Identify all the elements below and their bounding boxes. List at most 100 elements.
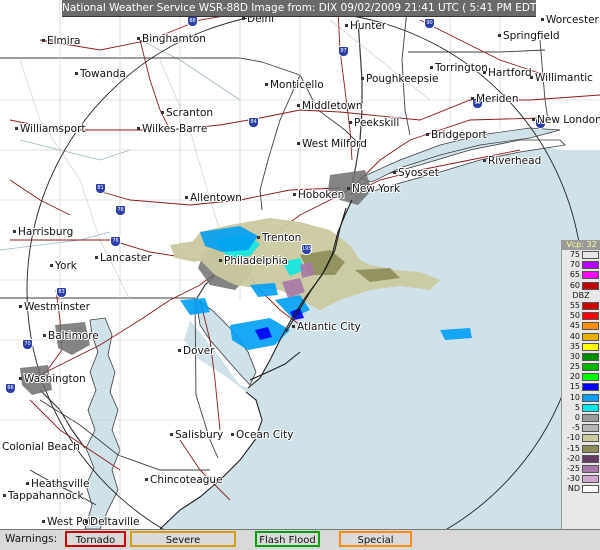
city-label: Meriden	[471, 93, 519, 105]
city-label: Heathsville	[25, 478, 90, 490]
legend-swatch	[582, 251, 599, 259]
legend-swatch	[582, 414, 599, 422]
legend-swatch	[582, 454, 599, 463]
interstate-shield-icon: 84	[248, 117, 259, 128]
city-label: Atlantic City	[292, 321, 361, 333]
city-label: West Milford	[297, 138, 367, 150]
legend-swatch	[582, 464, 599, 473]
legend-value: 10	[569, 392, 580, 402]
legend-value: 15	[569, 382, 580, 392]
interstate-shield-icon: 88	[187, 16, 198, 27]
legend-row: -10	[562, 433, 600, 443]
legend-row: ND	[562, 484, 600, 494]
legend-value: -20	[566, 453, 580, 463]
city-label: Chincoteague	[145, 474, 223, 486]
severe-thunderstorm-label: Severe Thunderstorm	[165, 535, 201, 546]
legend-row: 50	[562, 311, 600, 321]
legend-swatch	[582, 485, 599, 494]
legend-value: 70	[569, 260, 580, 270]
legend-swatch	[582, 322, 599, 331]
legend-swatch	[582, 373, 599, 382]
city-label: Hartford	[483, 67, 532, 79]
legend-row: 60	[562, 281, 600, 291]
special-marine-warning-button[interactable]: Special Marine	[339, 531, 412, 547]
legend-value: 55	[569, 300, 580, 310]
legend-value: 25	[569, 362, 580, 372]
city-label: Baltimore	[43, 330, 99, 342]
city-label: Willimantic	[530, 72, 593, 84]
legend-value: 40	[569, 331, 580, 341]
legend-value: -25	[566, 463, 580, 473]
legend-value: 65	[569, 270, 580, 280]
city-label: New London	[532, 114, 600, 126]
legend-header: Vcp: 32	[562, 240, 600, 250]
city-label: Torrington	[430, 62, 488, 74]
legend-row: 10	[562, 393, 600, 403]
legend-value: 5	[574, 402, 580, 412]
legend-row: 5	[562, 403, 600, 413]
city-label: Binghamton	[137, 33, 206, 45]
legend-row: 0	[562, 413, 600, 423]
city-label: Lancaster	[95, 252, 152, 264]
legend-row: 30	[562, 352, 600, 362]
city-label: New York	[346, 183, 401, 195]
legend-row: -30	[562, 474, 600, 484]
city-label: Salisbury	[169, 429, 224, 441]
city-label: Monticello	[265, 79, 324, 91]
warnings-bar: Warnings: Tornado Severe Thunderstorm Fl…	[0, 529, 600, 550]
city-label: Washington	[19, 373, 86, 385]
city-label: Bridgeport	[426, 129, 487, 141]
city-label: Philadelphia	[219, 255, 288, 267]
warnings-label: Warnings:	[5, 533, 58, 545]
legend-value: 20	[569, 372, 580, 382]
legend-value: 35	[569, 341, 580, 351]
legend-swatch	[582, 475, 599, 484]
legend-row: -20	[562, 454, 600, 464]
interstate-shield-icon: 70	[22, 339, 33, 350]
interstate-shield-icon: 90	[424, 18, 435, 29]
interstate-shield-icon: 87	[338, 46, 349, 57]
legend-value: 60	[569, 280, 580, 290]
interstate-shield-icon: 76	[110, 236, 121, 247]
legend-unit: DBZ	[562, 291, 600, 301]
tornado-warning-button[interactable]: Tornado	[65, 531, 126, 547]
legend-row: 75	[562, 250, 600, 260]
city-label: Wilkes-Barre	[136, 123, 208, 135]
flash-flood-warning-button[interactable]: Flash Flood	[255, 531, 320, 547]
legend-value: 30	[569, 351, 580, 361]
city-label: Ocean City	[231, 429, 294, 441]
city-label: Poughkeepsie	[361, 73, 439, 85]
legend-scale: 75 70 65 60 DBZ 55 50 45 40 35 30 25 20 15 10 5 0 -5 -10 -1…	[562, 250, 600, 495]
interstate-shield-icon: 83	[56, 287, 67, 298]
legend-row: -15	[562, 444, 600, 454]
legend-swatch	[582, 342, 599, 351]
interstate-shield-icon: 195	[301, 244, 312, 255]
severe-thunderstorm-warning-button[interactable]: Severe Thunderstorm	[130, 531, 236, 547]
legend-value: -15	[566, 443, 580, 453]
legend-row: 25	[562, 362, 600, 372]
radar-viewer: 88 90 87 84 81 78 76 195 83 70 66 95 95 Elmira Bingha…	[0, 0, 600, 550]
city-label: Middletown	[296, 100, 363, 112]
city-label: Tappahannock	[3, 490, 84, 502]
legend-swatch	[582, 281, 599, 290]
city-label: Hoboken	[292, 189, 345, 201]
legend-swatch	[582, 301, 599, 310]
city-label: Williamsport	[14, 123, 86, 135]
legend-swatch	[582, 393, 599, 402]
legend-swatch	[582, 363, 599, 372]
legend-swatch	[582, 261, 599, 270]
legend-unit-label: DBZ	[572, 290, 590, 300]
flash-flood-label: Flash Flood	[259, 535, 316, 546]
city-label: Allentown	[185, 192, 242, 204]
interstate-shield-icon: 66	[5, 383, 16, 394]
city-label: Towanda	[75, 68, 126, 80]
legend-value: 50	[569, 311, 580, 321]
city-label: Worcester	[541, 14, 599, 26]
radar-map[interactable]: 88 90 87 84 81 78 76 195 83 70 66 95 95 Elmira Bingha…	[0, 0, 600, 529]
legend-value: -10	[566, 433, 580, 443]
title-bar: National Weather Service WSR-88D Image f…	[62, 0, 540, 17]
interstate-shield-icon: 78	[115, 205, 126, 216]
city-label: York	[50, 260, 77, 272]
city-label: Syosset	[393, 167, 439, 179]
legend-swatch	[582, 383, 599, 392]
